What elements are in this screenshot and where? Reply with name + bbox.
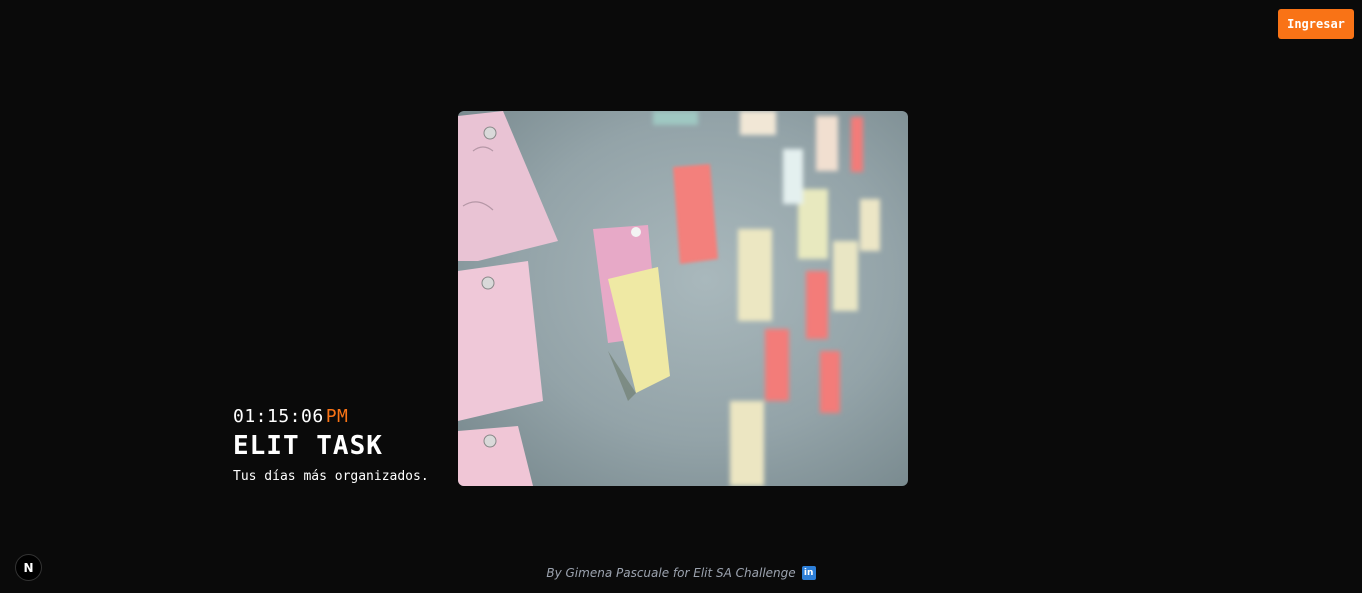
hero-text: 01:15:06 PM ELIT TASK Tus días más organi… — [233, 405, 453, 486]
tagline: Tus días más organizados. — [233, 469, 429, 484]
clock: 01:15:06 PM — [233, 405, 453, 429]
footer: By Gimena Pascuale for Elit SA Challenge… — [0, 566, 1362, 580]
linkedin-icon[interactable]: in — [801, 566, 816, 580]
hero-image-sticky-notes — [458, 111, 908, 486]
clock-ampm: PM — [325, 406, 349, 427]
app-title: ELIT TASK — [233, 431, 383, 461]
login-button[interactable]: Ingresar — [1278, 9, 1354, 39]
footer-credit: By Gimena Pascuale for Elit SA Challenge — [546, 566, 796, 580]
clock-time: 01:15:06 — [233, 406, 324, 427]
